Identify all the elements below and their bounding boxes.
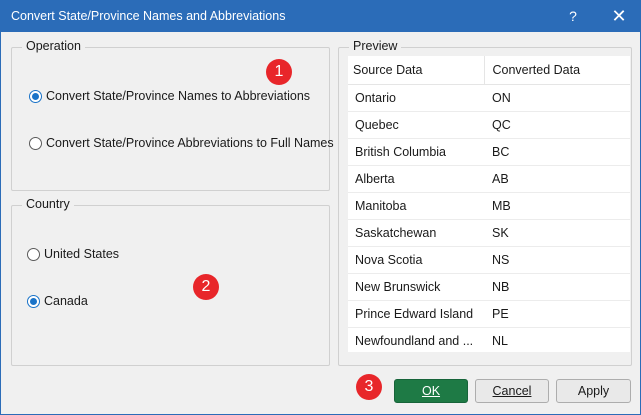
converted-cell: BC — [484, 138, 630, 166]
source-cell: Alberta — [348, 165, 484, 193]
apply-button[interactable]: Apply — [556, 379, 631, 403]
column-header-converted[interactable]: Converted Data — [483, 56, 630, 85]
source-cell: Newfoundland and ... — [348, 327, 484, 352]
cancel-button[interactable]: Cancel — [475, 379, 549, 403]
country-legend: Country — [22, 197, 74, 211]
converted-cell: NL — [484, 327, 630, 352]
table-row: Nova Scotia NS — [348, 246, 630, 274]
converted-cell: PE — [484, 300, 630, 328]
source-cell: British Columbia — [348, 138, 484, 166]
source-cell: Prince Edward Island — [348, 300, 484, 328]
cancel-button-label: Cancel — [492, 384, 532, 398]
radio-label: Convert State/Province Abbreviations to … — [46, 136, 334, 150]
annotation-marker-1: 1 — [266, 59, 292, 85]
table-row: Ontario ON — [348, 84, 630, 112]
window-title: Convert State/Province Names and Abbrevi… — [11, 9, 286, 23]
table-row: Manitoba MB — [348, 192, 630, 220]
table-row: British Columbia BC — [348, 138, 630, 166]
table-row: Newfoundland and ... NL — [348, 327, 630, 352]
annotation-marker-3: 3 — [356, 374, 382, 400]
table-row: Quebec QC — [348, 111, 630, 139]
close-icon[interactable]: ✕ — [601, 1, 637, 32]
table-row: Prince Edward Island PE — [348, 300, 630, 328]
radio-unselected-icon[interactable] — [29, 136, 42, 150]
radio-selected-icon[interactable] — [29, 89, 42, 103]
preview-table: Source Data Converted Data Ontario ON Queb… — [348, 56, 630, 352]
source-cell: Saskatchewan — [348, 219, 484, 247]
ok-button[interactable]: OK — [394, 379, 468, 403]
source-cell: Nova Scotia — [348, 246, 484, 274]
radio-unselected-icon[interactable] — [27, 247, 40, 261]
converted-cell: NB — [484, 273, 630, 301]
table-row: Alberta AB — [348, 165, 630, 193]
table-row: Saskatchewan SK — [348, 219, 630, 247]
converted-cell: NS — [484, 246, 630, 274]
source-cell: New Brunswick — [348, 273, 484, 301]
radio-abbreviations-to-full-names[interactable]: Convert State/Province Abbreviations to … — [29, 136, 334, 150]
column-header-source[interactable]: Source Data — [348, 56, 484, 85]
converted-cell: SK — [484, 219, 630, 247]
converted-cell: ON — [484, 84, 630, 112]
radio-canada[interactable]: Canada — [27, 294, 88, 308]
source-cell: Manitoba — [348, 192, 484, 220]
source-cell: Quebec — [348, 111, 484, 139]
converted-cell: AB — [484, 165, 630, 193]
source-cell: Ontario — [348, 84, 484, 112]
help-icon[interactable]: ? — [557, 1, 589, 32]
radio-label: Convert State/Province Names to Abbrevia… — [46, 89, 311, 103]
converted-cell: QC — [484, 111, 630, 139]
country-group: Country — [11, 197, 330, 366]
ok-button-label: OK — [421, 384, 441, 398]
radio-selected-icon[interactable] — [27, 294, 40, 308]
table-row: New Brunswick NB — [348, 273, 630, 301]
title-bar: Convert State/Province Names and Abbrevi… — [1, 1, 640, 32]
table-header-row: Source Data Converted Data — [348, 56, 630, 85]
radio-united-states[interactable]: United States — [27, 247, 119, 261]
operation-legend: Operation — [22, 39, 85, 53]
preview-legend: Preview — [349, 39, 402, 53]
dialog-window: Convert State/Province Names and Abbrevi… — [0, 0, 641, 415]
radio-label: Canada — [44, 294, 88, 308]
radio-names-to-abbreviations[interactable]: Convert State/Province Names to Abbrevia… — [29, 89, 310, 103]
apply-button-label: Apply — [577, 384, 610, 398]
converted-cell: MB — [484, 192, 630, 220]
annotation-marker-2: 2 — [193, 274, 219, 300]
radio-label: United States — [44, 247, 120, 261]
